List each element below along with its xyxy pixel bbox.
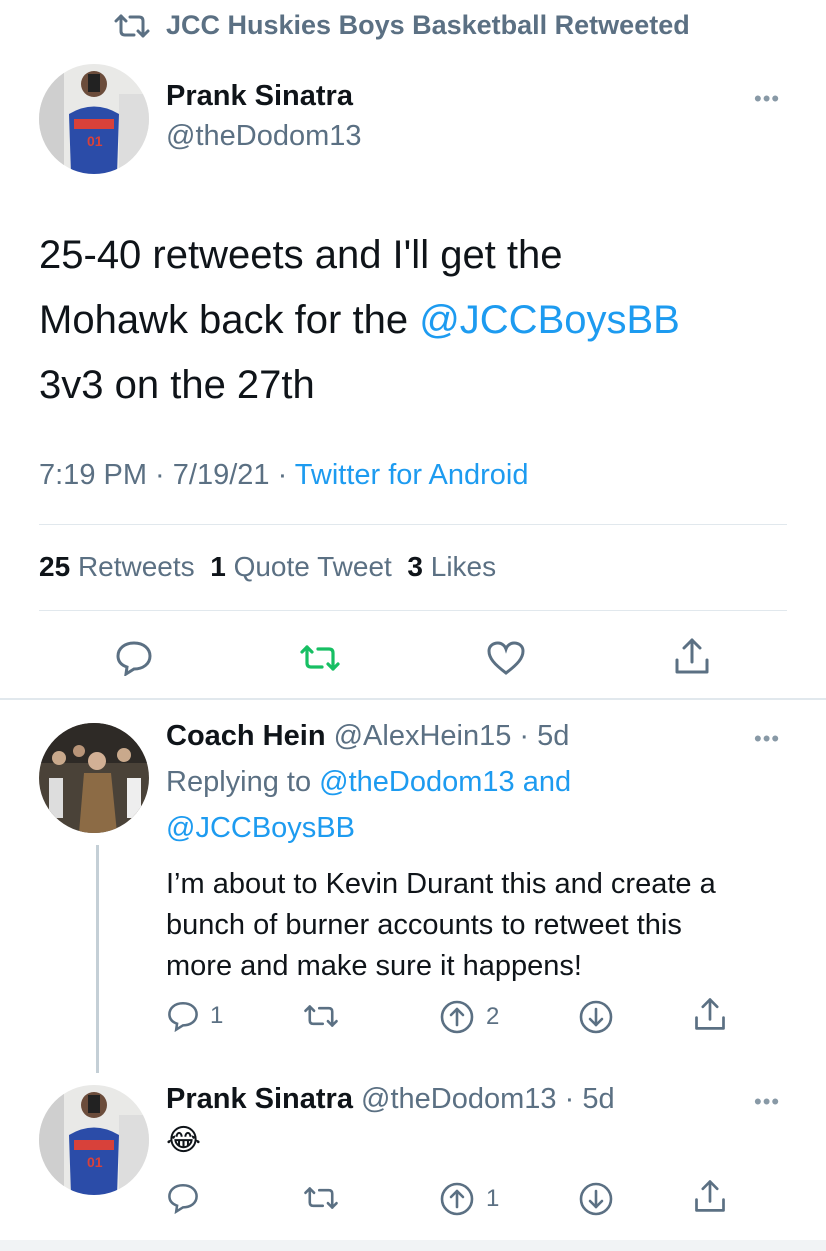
- downvote-icon[interactable]: [579, 1000, 613, 1039]
- upvote-icon: [440, 1000, 474, 1034]
- tweet-text-line: 3v3 on the 27th: [39, 363, 315, 407]
- likes-label: Likes: [430, 551, 497, 582]
- author-name[interactable]: Prank Sinatra: [166, 1083, 353, 1115]
- share-icon[interactable]: [692, 996, 728, 1037]
- reply-icon[interactable]: [166, 1182, 200, 1219]
- retweet-button-icon[interactable]: [302, 1184, 340, 1217]
- upvote-action[interactable]: 1: [440, 1182, 499, 1216]
- retweet-banner[interactable]: JCC Huskies Boys Basketball Retweeted: [112, 10, 690, 41]
- quotes-stat[interactable]: 1 Quote Tweet: [210, 551, 392, 582]
- tweet-text-segment: Mohawk back for the: [39, 298, 420, 342]
- thread-line: [96, 845, 99, 1073]
- reply-time: · 5d: [564, 1083, 615, 1115]
- quotes-count: 1: [210, 551, 226, 582]
- tweet-text-line: 25-40 retweets and I'll get the: [39, 233, 563, 277]
- reply-text-line: bunch of burner accounts to retweet this: [166, 909, 682, 941]
- avatar[interactable]: [39, 723, 149, 833]
- author-name[interactable]: Coach Hein: [166, 720, 326, 752]
- retweets-label: Retweets: [77, 551, 195, 582]
- reply-text-line: I’m about to Kevin Durant this and creat…: [166, 868, 716, 900]
- bottom-divider: [0, 1240, 826, 1251]
- more-options-icon[interactable]: •••: [754, 726, 780, 752]
- retweets-count: 25: [39, 551, 71, 582]
- likes-count: 3: [407, 551, 423, 582]
- reply-action[interactable]: 1: [166, 1000, 223, 1032]
- tweet-timestamp: 7:19 PM · 7/19/21 · Twitter for Android: [39, 459, 529, 492]
- tweet-text: 25-40 retweets and I'll get the Mohawk b…: [39, 223, 680, 418]
- likes-stat[interactable]: 3 Likes: [407, 551, 496, 582]
- svg-text:01: 01: [87, 133, 103, 149]
- avatar[interactable]: 01: [39, 64, 149, 174]
- reply-icon: [168, 1001, 198, 1032]
- replying-and: and: [514, 766, 572, 798]
- avatar-photo: 01: [39, 64, 149, 174]
- mention-link[interactable]: @JCCBoysBB: [166, 812, 355, 845]
- avatar[interactable]: 01: [39, 1085, 149, 1195]
- reply-count: 1: [210, 1002, 224, 1029]
- author-handle[interactable]: @theDodom13: [166, 120, 362, 153]
- downvote-icon[interactable]: [579, 1182, 613, 1221]
- share-icon[interactable]: [672, 636, 712, 676]
- tweet-text-line: Mohawk back for the @JCCBoysBB: [39, 288, 680, 353]
- replying-to: Replying to @theDodom13 and: [166, 766, 571, 799]
- retweet-icon: [112, 11, 152, 41]
- quotes-label: Quote Tweet: [233, 551, 392, 582]
- retweets-stat[interactable]: 25 Retweets: [39, 551, 195, 582]
- upvote-count: 1: [486, 1185, 500, 1212]
- reply-time: · 5d: [519, 720, 570, 752]
- reply-text-line: more and make sure it happens!: [166, 950, 582, 982]
- share-icon[interactable]: [692, 1178, 728, 1219]
- author-handle[interactable]: @theDodom13: [361, 1083, 557, 1115]
- mention-link[interactable]: @JCCBoysBB: [419, 298, 680, 342]
- tweet-stats: 25 Retweets 1 Quote Tweet 3 Likes: [39, 551, 496, 583]
- source-link[interactable]: Twitter for Android: [295, 459, 529, 491]
- author-handle[interactable]: @AlexHein15: [334, 720, 512, 752]
- like-icon[interactable]: [486, 640, 526, 676]
- section-divider: [0, 698, 826, 700]
- divider: [39, 524, 787, 525]
- reply-text: I’m about to Kevin Durant this and creat…: [166, 864, 716, 987]
- replying-to-prefix: Replying to: [166, 766, 320, 798]
- svg-text:01: 01: [87, 1154, 103, 1170]
- timestamp-text: 7:19 PM · 7/19/21 ·: [39, 459, 295, 491]
- reply-icon[interactable]: [114, 640, 154, 676]
- upvote-action[interactable]: 2: [440, 1000, 499, 1034]
- avatar-photo: 01: [39, 1085, 149, 1195]
- mention-link[interactable]: @theDodom13: [319, 766, 515, 798]
- retweet-button-icon[interactable]: [298, 642, 342, 674]
- upvote-count: 2: [486, 1003, 500, 1030]
- reply-header: Prank Sinatra @theDodom13 · 5d: [166, 1083, 615, 1116]
- divider: [39, 610, 787, 611]
- avatar-photo: [39, 723, 149, 833]
- reply-header: Coach Hein @AlexHein15 · 5d: [166, 720, 569, 753]
- author-name[interactable]: Prank Sinatra: [166, 80, 353, 113]
- retweet-button-icon[interactable]: [302, 1002, 340, 1035]
- reply-text: 😂: [166, 1124, 202, 1157]
- retweet-banner-text: JCC Huskies Boys Basketball Retweeted: [166, 10, 690, 40]
- more-options-icon[interactable]: •••: [754, 1089, 780, 1115]
- more-options-icon[interactable]: •••: [754, 86, 780, 112]
- upvote-icon: [440, 1182, 474, 1216]
